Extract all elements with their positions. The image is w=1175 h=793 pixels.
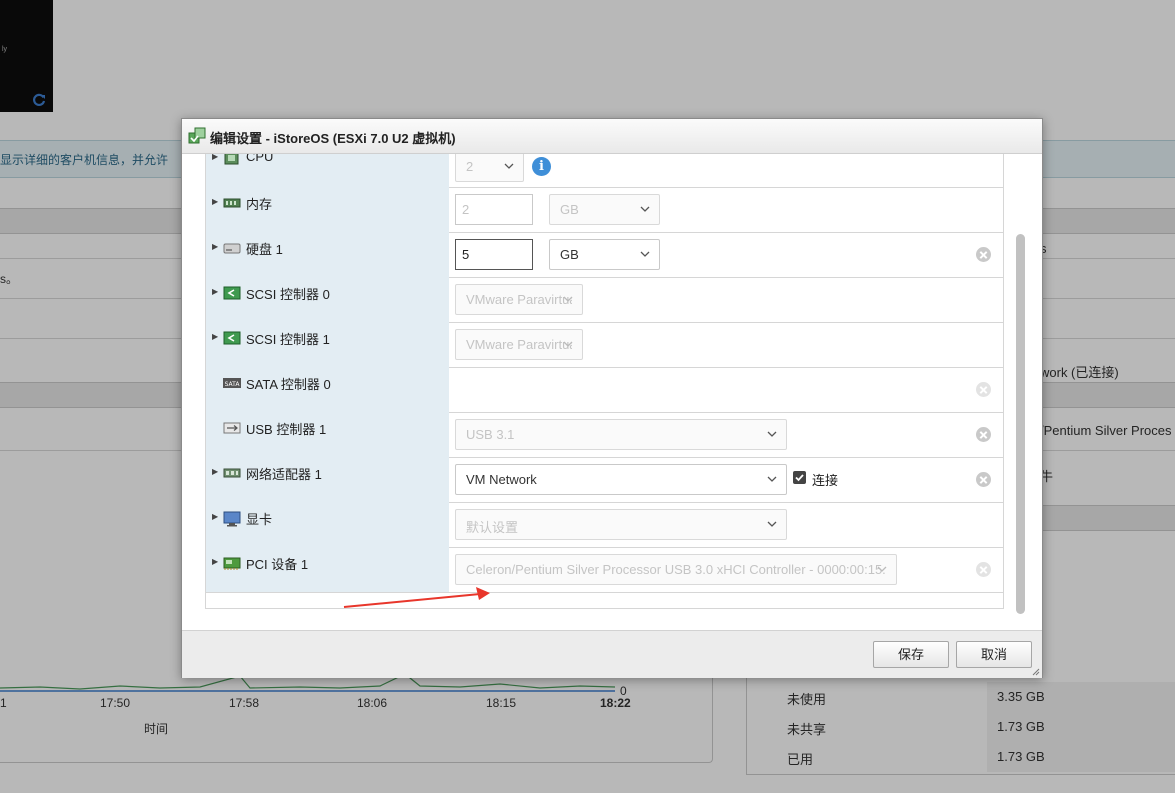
hardware-row-hard-disk: ▶ 硬盘 1 5 GB xyxy=(206,232,1003,278)
chevron-down-icon xyxy=(640,251,650,257)
cancel-button[interactable]: 取消 xyxy=(956,641,1032,668)
hard-disk-icon xyxy=(223,243,241,254)
expand-arrow-icon[interactable]: ▶ xyxy=(212,197,218,206)
sata-controller-icon: SATA xyxy=(223,378,241,388)
hardware-grid: ▶ CPU 2 i ▶ 内存 2 GB ▶ 硬盘 1 5 GB ▶ SCSI 控… xyxy=(205,154,1004,609)
expand-arrow-icon[interactable]: ▶ xyxy=(212,154,218,161)
resize-grip-icon[interactable] xyxy=(1032,668,1040,676)
display-settings-select[interactable]: 默认设置 xyxy=(455,509,787,540)
expand-arrow-icon[interactable]: ▶ xyxy=(212,512,218,521)
hardware-row-scsi-0: ▶ SCSI 控制器 0 VMware Paravirtual xyxy=(206,277,1003,323)
annotation-arrow xyxy=(343,587,490,608)
disk-size-input[interactable]: 5 xyxy=(455,239,533,270)
row-label: 内存 xyxy=(246,197,273,212)
row-label: 网络适配器 1 xyxy=(246,467,322,482)
memory-size-input[interactable]: 2 xyxy=(455,194,533,225)
row-label: PCI 设备 1 xyxy=(246,557,309,572)
hardware-row-usb: USB 控制器 1 USB 3.1 xyxy=(206,412,1003,458)
pci-device-icon xyxy=(223,557,241,570)
expand-arrow-icon[interactable]: ▶ xyxy=(212,467,218,476)
memory-unit-select[interactable]: GB xyxy=(549,194,660,225)
chevron-down-icon xyxy=(767,521,777,527)
row-label: SCSI 控制器 1 xyxy=(246,332,330,347)
disk-unit-select[interactable]: GB xyxy=(549,239,660,270)
pci-device-select[interactable]: Celeron/Pentium Silver Processor USB 3.0… xyxy=(455,554,897,585)
hardware-row-scsi-1: ▶ SCSI 控制器 1 VMware Paravirtual xyxy=(206,322,1003,368)
cpu-count-select[interactable]: 2 xyxy=(455,154,524,182)
chevron-down-icon xyxy=(563,296,573,302)
info-icon[interactable]: i xyxy=(532,157,551,176)
expand-arrow-icon[interactable]: ▶ xyxy=(212,557,218,566)
chevron-down-icon xyxy=(877,566,887,572)
row-label: 硬盘 1 xyxy=(246,242,283,257)
expand-arrow-icon[interactable]: ▶ xyxy=(212,242,218,251)
usb-controller-icon xyxy=(223,422,241,434)
hardware-row-network-adapter: ▶ 网络适配器 1 VM Network 连接 xyxy=(206,457,1003,503)
row-label: 显卡 xyxy=(246,512,273,527)
connect-checkbox[interactable] xyxy=(793,471,806,484)
save-button[interactable]: 保存 xyxy=(873,641,949,668)
remove-device-icon[interactable] xyxy=(976,247,991,262)
dialog-title: 编辑设置 - iStoreOS (ESXi 7.0 U2 虚拟机) xyxy=(210,131,456,146)
chevron-down-icon xyxy=(767,476,777,482)
cpu-icon xyxy=(224,154,239,165)
edit-settings-dialog: 编辑设置 - iStoreOS (ESXi 7.0 U2 虚拟机) ▶ CPU … xyxy=(181,118,1043,678)
row-label: CPU xyxy=(246,154,274,164)
usb-type-select[interactable]: USB 3.1 xyxy=(455,419,787,450)
vm-settings-icon xyxy=(188,127,206,144)
network-select[interactable]: VM Network xyxy=(455,464,787,495)
dialog-scrollbar[interactable] xyxy=(1016,234,1025,614)
remove-device-icon[interactable] xyxy=(976,382,991,397)
chevron-down-icon xyxy=(767,431,777,437)
remove-device-icon[interactable] xyxy=(976,562,991,577)
connect-label: 连接 xyxy=(812,473,839,488)
svg-text:SATA: SATA xyxy=(225,381,241,388)
row-label: USB 控制器 1 xyxy=(246,422,327,437)
scsi-0-type-select[interactable]: VMware Paravirtual xyxy=(455,284,583,315)
hardware-row-cpu: ▶ CPU 2 i xyxy=(206,154,1003,188)
row-label: SATA 控制器 0 xyxy=(246,377,331,392)
row-label: SCSI 控制器 0 xyxy=(246,287,330,302)
scsi-1-type-select[interactable]: VMware Paravirtual xyxy=(455,329,583,360)
dialog-body: ▶ CPU 2 i ▶ 内存 2 GB ▶ 硬盘 1 5 GB ▶ SCSI 控… xyxy=(182,154,1042,630)
memory-icon xyxy=(223,198,241,208)
display-card-icon xyxy=(223,511,241,527)
chevron-down-icon xyxy=(563,341,573,347)
hardware-row-display-card: ▶ 显卡 默认设置 xyxy=(206,502,1003,548)
remove-device-icon[interactable] xyxy=(976,427,991,442)
hardware-row-pci-device: ▶ PCI 设备 1 Celeron/Pentium Silver Proces… xyxy=(206,547,1003,593)
expand-arrow-icon[interactable]: ▶ xyxy=(212,332,218,341)
chevron-down-icon xyxy=(504,163,514,169)
scsi-controller-icon xyxy=(223,286,241,300)
remove-device-icon[interactable] xyxy=(976,472,991,487)
dialog-footer: 保存 取消 xyxy=(182,630,1042,678)
hardware-row-sata-0: SATA SATA 控制器 0 xyxy=(206,367,1003,413)
chevron-down-icon xyxy=(640,206,650,212)
scsi-controller-icon xyxy=(223,331,241,345)
network-adapter-icon xyxy=(223,468,241,478)
hardware-row-memory: ▶ 内存 2 GB xyxy=(206,187,1003,233)
dialog-title-bar[interactable]: 编辑设置 - iStoreOS (ESXi 7.0 U2 虚拟机) xyxy=(182,119,1042,154)
expand-arrow-icon[interactable]: ▶ xyxy=(212,287,218,296)
